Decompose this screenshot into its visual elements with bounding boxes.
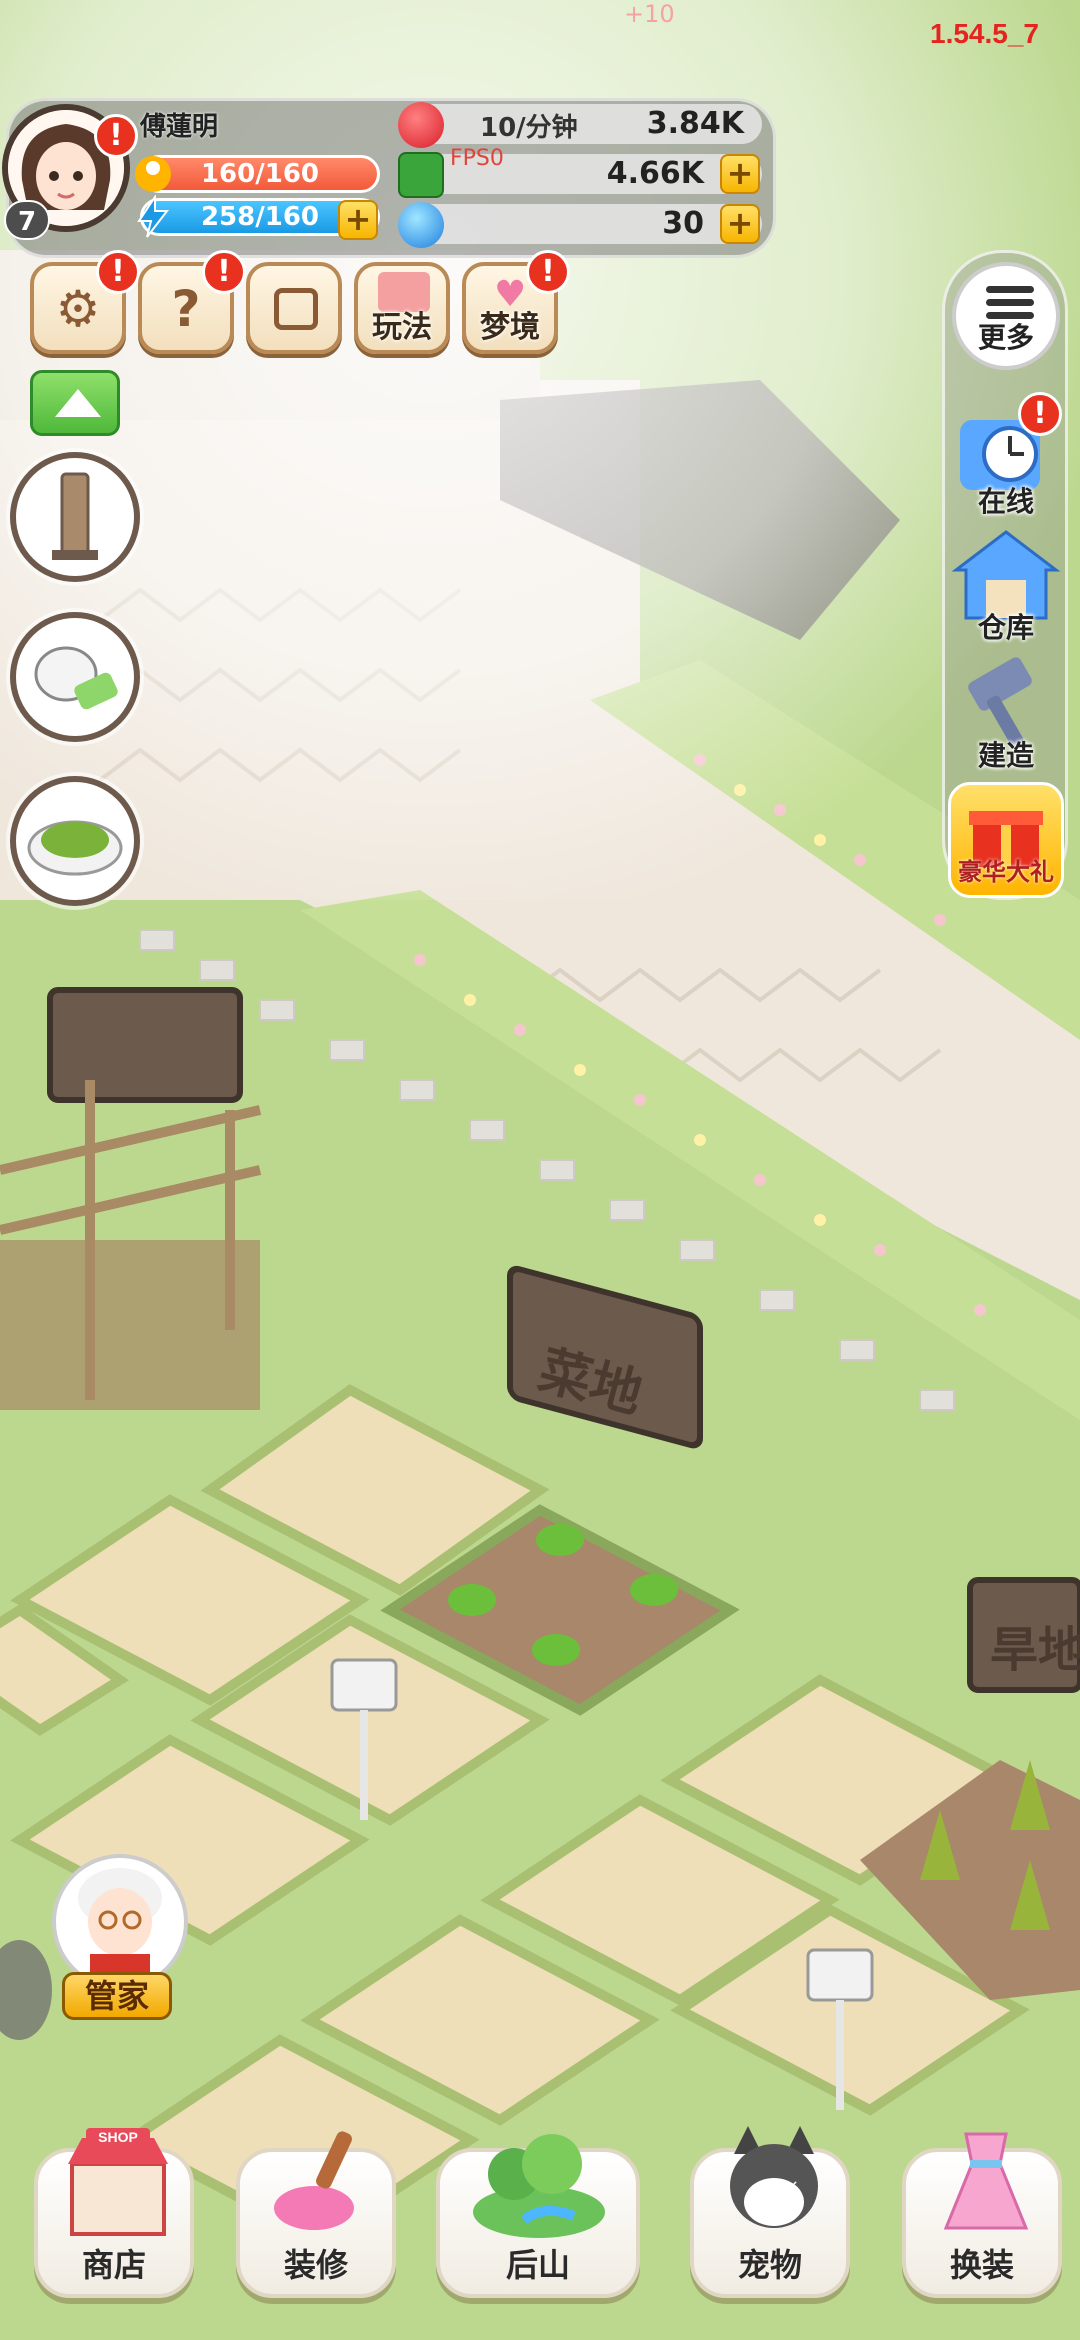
backhill-label: 后山 [505,2246,570,2284]
shop-icon: SHOP [68,2128,168,2236]
collapse-menu-button[interactable] [30,370,120,436]
diamond-pill: 30 [410,204,762,244]
outfit-button[interactable]: 换装 [902,2132,1062,2298]
add-diamond-button[interactable]: + [720,204,760,244]
gameplay-button[interactable]: 玩法 [354,262,450,354]
backhill-button[interactable]: 后山 [436,2134,640,2298]
help-badge: ! [202,250,246,294]
cat-icon: × × [730,2126,818,2228]
outfit-label: 换装 [949,2246,1014,2284]
shop-label: 商店 [81,2246,146,2284]
cash-icon [398,152,444,198]
stamina-value: 160/160 [200,159,320,189]
cash-value: 4.66K [606,156,704,191]
build-button[interactable]: 建造 [950,654,1062,772]
version-label: 1.54.5_7 [930,18,1039,49]
hearts-pill: 3.84K [410,104,762,144]
hearts-total: 3.84K [646,106,744,141]
lightning-icon [131,193,175,239]
stamina-bar: 160/160 [135,155,380,193]
online-label: 在线 [977,485,1034,518]
decorate-button[interactable]: 装修 [236,2131,396,2298]
energy-value: 258/160 [200,202,320,232]
pet-label: 宠物 [737,2246,802,2284]
decorate-label: 装修 [283,2246,348,2284]
butler-label: 管家 [62,1972,172,2020]
level-badge: 7 [4,200,50,240]
add-cash-button[interactable]: + [720,154,760,194]
dish-button[interactable] [10,776,140,906]
gameplay-label: 玩法 [372,310,432,345]
floating-reward-text: +10 [624,0,675,28]
paint-brush-icon [274,2131,354,2230]
svg-text:×: × [756,2176,771,2197]
dream-badge: ! [526,250,570,294]
hearts-rate: 10/分钟 [480,113,578,143]
pet-button[interactable]: × × 宠物 [690,2126,850,2298]
luxury-gift-button[interactable]: 豪华大礼 [948,782,1064,898]
dry-field-sign-label: 旱地 [990,1622,1080,1678]
shop-mini-sign: SHOP [98,2129,138,2145]
add-energy-button[interactable]: + [338,200,378,240]
restaurant-sign-button[interactable] [10,452,140,582]
more-label: 更多 [977,321,1034,354]
dream-label: 梦境 [480,310,540,345]
dish-icon [27,820,123,876]
svg-text:×: × [784,2176,799,2197]
stamina-icon [131,152,175,196]
butler-portrait-icon [52,1854,188,1990]
diamond-icon [398,202,444,248]
warehouse-label: 仓库 [977,611,1034,644]
calendar-icon [274,288,318,330]
build-label: 建造 [977,739,1034,772]
warehouse-button[interactable]: 仓库 [950,526,1062,644]
diamond-value: 30 [662,206,704,241]
calendar-button[interactable] [246,262,342,354]
hill-icon [473,2134,605,2238]
player-name: 傅蓮明 [140,112,219,142]
signpost-icon [52,472,98,560]
heart-icon [398,102,444,148]
more-button[interactable]: 更多 [952,262,1060,370]
cleaning-tool-button[interactable] [10,612,140,742]
shop-button[interactable]: SHOP 商店 [34,2128,194,2298]
dress-icon [943,2132,1029,2230]
luxury-gift-label: 豪华大礼 [958,858,1054,886]
fps-label: FPS0 [450,146,504,171]
online-badge: ! [1018,392,1062,436]
settings-badge: ! [96,250,140,294]
glove-sponge-icon [34,646,118,710]
